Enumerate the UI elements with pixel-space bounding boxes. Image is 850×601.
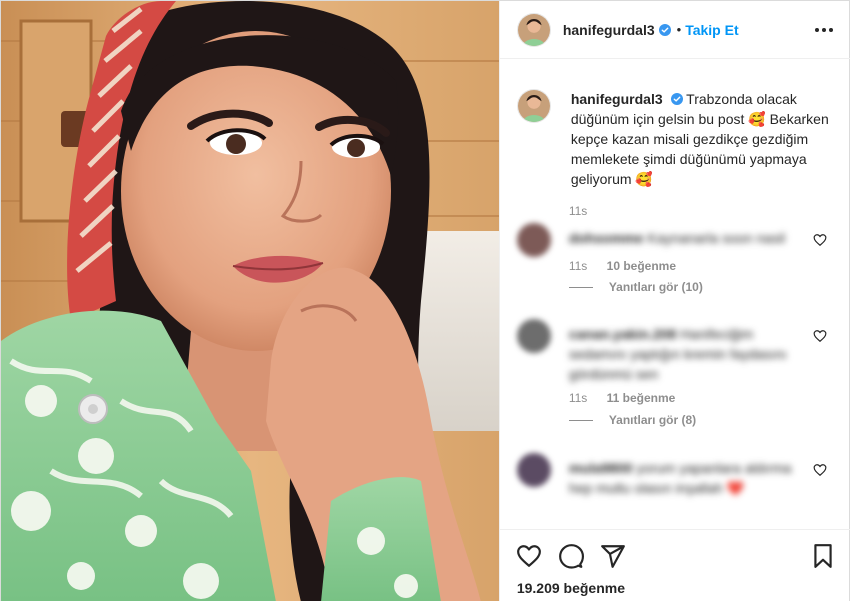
- comment-username[interactable]: dohsomme: [569, 230, 644, 246]
- comment-heart-icon[interactable]: [813, 329, 827, 343]
- comment-heart-icon[interactable]: [813, 233, 827, 247]
- caption-body: hanifegurdal3 Trabzonda olacak düğünüm i…: [571, 89, 836, 189]
- verified-badge-icon: [670, 93, 683, 105]
- caption-author-avatar[interactable]: [516, 89, 551, 123]
- view-replies-label: Yanıtları gör (10): [608, 280, 703, 294]
- comment-meta: 11s 11 beğenme: [569, 391, 676, 405]
- follow-button[interactable]: Takip Et: [685, 22, 738, 38]
- caption-username[interactable]: hanifegurdal3: [571, 91, 663, 107]
- comment-text-blurred: dohsomme Kaynanarla soon nasil: [569, 228, 799, 248]
- post-actions: 19.209 beğenme: [499, 529, 850, 601]
- view-replies-button[interactable]: Yanıtları gör (8): [568, 413, 697, 427]
- view-replies-label: Yanıtları gör (8): [608, 413, 697, 427]
- instagram-post: hanifegurdal3 • Takip Et hanifegurdal3 T…: [0, 0, 850, 601]
- comment-heart-icon[interactable]: [813, 463, 827, 477]
- post-like-count[interactable]: 19.209 beğenme: [517, 580, 625, 596]
- more-options-icon[interactable]: [813, 19, 835, 41]
- caption-timestamp[interactable]: 11s: [569, 204, 587, 218]
- selfie-image: [1, 1, 499, 601]
- post-side-panel: hanifegurdal3 • Takip Et hanifegurdal3 T…: [498, 1, 850, 601]
- comment-body: Kaynanarla soon nasil: [647, 230, 786, 246]
- header-separator: •: [676, 22, 682, 37]
- comment-item: mula9800 yorum yapanlara aldırma hep mut…: [516, 453, 837, 523]
- comment-likes[interactable]: 11 beğenme: [607, 391, 676, 405]
- comment-username[interactable]: mula9800: [569, 460, 633, 476]
- post-caption: hanifegurdal3 Trabzonda olacak düğünüm i…: [516, 89, 837, 189]
- comment-avatar[interactable]: [516, 453, 551, 487]
- comment-avatar[interactable]: [516, 319, 551, 353]
- replies-divider-line: [568, 286, 593, 288]
- comment-timestamp[interactable]: 11s: [569, 259, 587, 273]
- author-username[interactable]: hanifegurdal3: [563, 22, 655, 38]
- comment-username[interactable]: canan.yakin.208: [569, 326, 676, 342]
- post-photo[interactable]: [1, 1, 499, 601]
- comment-timestamp[interactable]: 11s: [569, 391, 587, 405]
- author-avatar[interactable]: [516, 12, 551, 47]
- view-replies-button[interactable]: Yanıtları gör (10): [568, 280, 703, 294]
- heart-icon[interactable]: [516, 543, 542, 569]
- share-icon[interactable]: [600, 543, 626, 569]
- comment-avatar[interactable]: [516, 223, 551, 257]
- comment-likes[interactable]: 10 beğenme: [607, 259, 676, 273]
- comment-item: canan.yakin.208 Hanifeciğim sedamını yap…: [516, 319, 837, 429]
- bookmark-icon[interactable]: [810, 543, 836, 569]
- comment-meta: 11s 10 beğenme: [569, 259, 676, 273]
- comment-text-blurred: mula9800 yorum yapanlara aldırma hep mut…: [569, 458, 799, 498]
- replies-divider-line: [568, 419, 593, 421]
- comment-text-blurred: canan.yakin.208 Hanifeciğim sedamını yap…: [569, 324, 799, 384]
- comment-icon[interactable]: [558, 543, 584, 569]
- post-header: hanifegurdal3 • Takip Et: [499, 1, 850, 59]
- verified-badge-icon: [658, 23, 671, 36]
- comment-item: dohsomme Kaynanarla soon nasil 11s 10 be…: [516, 223, 837, 303]
